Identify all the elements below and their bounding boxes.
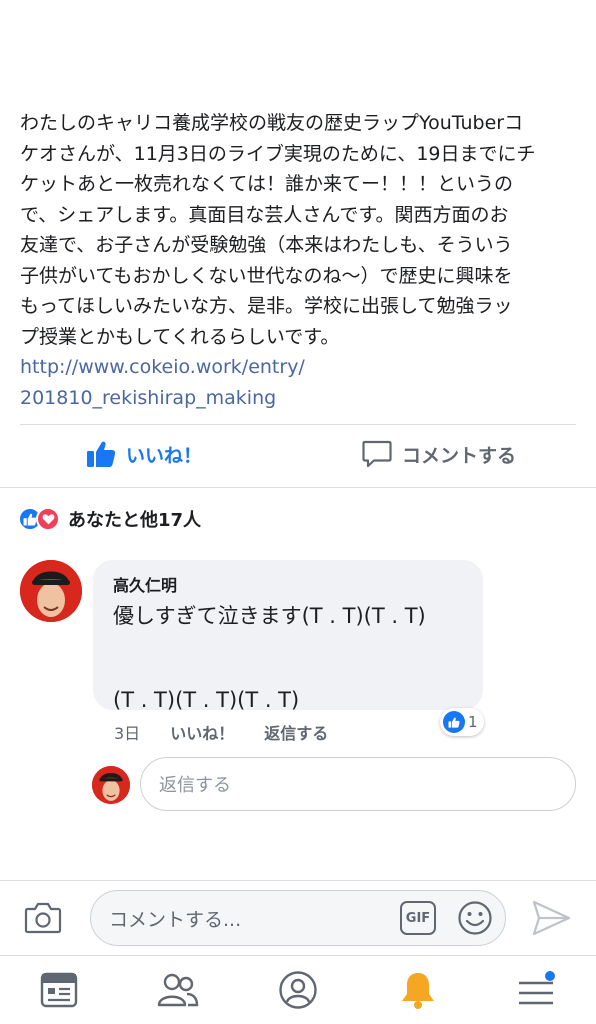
section-divider — [0, 487, 596, 488]
post-link-line[interactable]: 201810_rekishirap_making — [20, 387, 276, 409]
news-feed-icon — [40, 972, 78, 1008]
composer-divider — [0, 880, 596, 881]
love-reaction-icon — [36, 507, 60, 531]
like-reaction-icon — [443, 711, 465, 733]
post-action-bar: いいね！ コメントする — [0, 430, 596, 484]
like-label[interactable]: いいね！ — [126, 441, 202, 468]
profile-icon — [279, 971, 317, 1009]
post-text-line: 友達で、お子さんが受験勉強（本来はわたしも、そういう — [20, 234, 513, 256]
camera-icon[interactable] — [24, 900, 62, 934]
comment-line: (T . T)(T . T)(T . T) — [113, 688, 300, 712]
comment-bubble[interactable]: 高久仁明 優しすぎて泣きます(T . T)(T . T) (T . T)(T .… — [93, 560, 483, 712]
comment-meta: 3日 いいね！ 返信する — [114, 720, 358, 744]
comment-body: 優しすぎて泣きます(T . T)(T . T) (T . T)(T . T)(T… — [113, 602, 463, 714]
like-button[interactable]: いいね！ — [86, 440, 202, 468]
menu-icon — [519, 971, 555, 1005]
reaction-summary-text[interactable]: あなたと他17人 — [68, 506, 201, 532]
bottom-tab-bar — [0, 955, 596, 1024]
comment-input[interactable]: コメントする... — [90, 890, 506, 946]
comment-line: 優しすぎて泣きます(T . T)(T . T) — [113, 604, 426, 628]
emoji-icon[interactable] — [457, 900, 493, 936]
post-text-line: プ授業とかもしてくれるらしいです。 — [20, 325, 340, 348]
avatar-image — [20, 560, 82, 622]
post-divider — [20, 424, 576, 425]
reaction-summary[interactable]: あなたと他17人 — [18, 506, 201, 532]
comment-time: 3日 — [114, 724, 141, 743]
comment-button[interactable]: コメントする — [362, 440, 516, 468]
comment-like-button[interactable]: いいね！ — [170, 720, 234, 744]
post-text-line: もってほしいみたいな方、是非。学校に出張して勉強ラッ — [20, 295, 513, 317]
post-text-line: ケットあと一枚売れなくては！誰か来てー！！！というの — [20, 173, 514, 195]
friends-icon — [157, 973, 199, 1007]
bell-icon — [402, 973, 434, 1009]
tab-news-feed[interactable] — [37, 968, 81, 1012]
post-text-line: ケオさんが、11月3日のライブ実現のために、19日までにチ — [20, 142, 536, 165]
send-icon[interactable] — [530, 898, 572, 938]
post-text: わたしのキャリコ養成学校の戦友の歴史ラップYouTuberコ ケオさんが、11月… — [20, 108, 580, 413]
post-link-continued[interactable]: 201810_rekishirap_making — [20, 383, 580, 414]
comment-bubble-icon — [362, 440, 392, 468]
post-text-line: 子供がいてもおかしくない世代なのね〜）で歴史に興味を — [20, 264, 513, 287]
comment-composer: コメントする... GIF — [0, 882, 596, 954]
avatar-image — [92, 766, 130, 804]
tab-profile[interactable] — [276, 968, 320, 1012]
tab-menu[interactable] — [514, 968, 558, 1012]
like-thumb-icon — [87, 441, 116, 467]
post-link-line[interactable]: http://www.cokeio.work/entry/ — [20, 356, 305, 378]
comment-reply-button[interactable]: 返信する — [264, 720, 328, 744]
reply-avatar — [92, 766, 130, 804]
comment-input-placeholder[interactable]: コメントする... — [109, 905, 241, 932]
tab-notifications[interactable] — [396, 968, 440, 1012]
commenter-avatar[interactable] — [20, 560, 82, 622]
tab-friends[interactable] — [156, 968, 200, 1012]
post-link[interactable]: http://www.cokeio.work/entry/ — [20, 352, 580, 383]
comment-label[interactable]: コメントする — [402, 441, 516, 468]
post-text-line: で、シェアします。真面目な芸人さんです。関西方面のお — [20, 203, 509, 226]
gif-icon[interactable]: GIF — [400, 901, 436, 935]
reply-placeholder[interactable]: 返信する — [159, 771, 231, 797]
post-text-line: わたしのキャリコ養成学校の戦友の歴史ラップYouTuberコ — [20, 112, 524, 134]
comment-author[interactable]: 高久仁明 — [113, 572, 463, 596]
comment-reaction-count: 1 — [468, 713, 478, 731]
comment-reaction-badge[interactable]: 1 — [440, 708, 484, 736]
reply-input[interactable]: 返信する — [140, 757, 576, 811]
